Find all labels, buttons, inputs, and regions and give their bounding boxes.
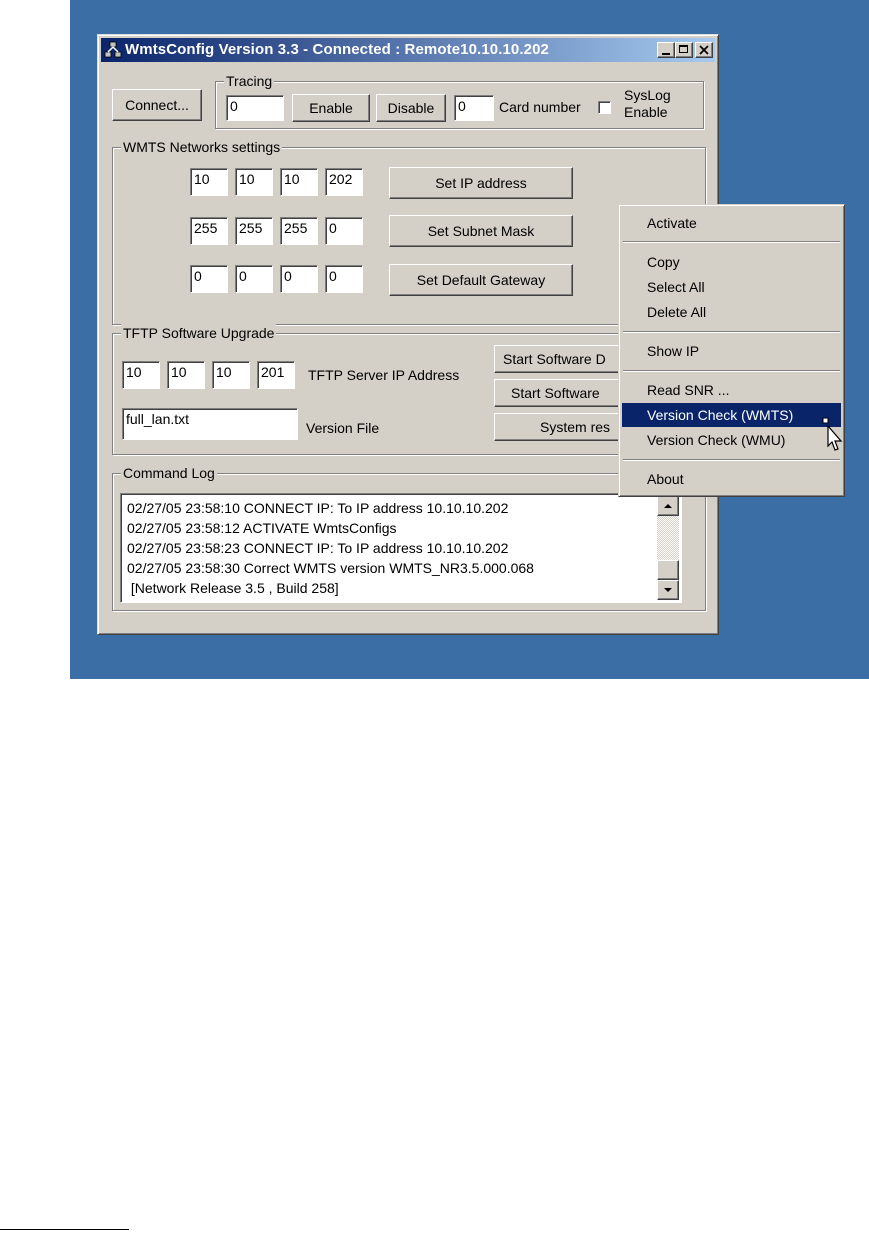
- gateway-octet-3[interactable]: 0: [280, 265, 318, 293]
- close-icon: [699, 45, 709, 55]
- menu-item-activate[interactable]: Activate: [622, 211, 841, 235]
- menu-item-version-check-wmts[interactable]: Version Check (WMTS): [622, 403, 841, 427]
- menu-item-read-snr[interactable]: Read SNR ...: [622, 378, 841, 402]
- menu-item-show-ip[interactable]: Show IP: [622, 339, 841, 363]
- version-file-input[interactable]: full_lan.txt: [122, 408, 298, 440]
- tftp-upgrade-group: TFTP Software Upgrade 10 10 10 201 TFTP …: [112, 324, 706, 455]
- mouse-pointer-icon: [822, 417, 843, 451]
- tracing-level-input[interactable]: 0: [226, 95, 284, 121]
- scroll-thumb[interactable]: [657, 560, 679, 580]
- syslog-label-line1: SysLog: [624, 87, 671, 103]
- start-software-download-button[interactable]: Start Software D: [494, 345, 634, 373]
- ip-octet-2[interactable]: 10: [235, 168, 273, 196]
- log-line: 02/27/05 23:58:10 CONNECT IP: To IP addr…: [127, 500, 509, 516]
- minimize-icon: [662, 53, 670, 55]
- menu-item-version-check-wmu[interactable]: Version Check (WMU): [622, 428, 841, 452]
- syslog-label: SysLog Enable: [624, 87, 671, 121]
- syslog-label-line2: Enable: [624, 104, 668, 120]
- gateway-octet-1[interactable]: 0: [190, 265, 228, 293]
- window-title: WmtsConfig Version 3.3 - Connected : Rem…: [125, 41, 549, 58]
- footnote-rule: [0, 1229, 129, 1230]
- close-button[interactable]: [695, 42, 713, 58]
- ip-octet-4[interactable]: 202: [325, 168, 363, 196]
- log-vertical-scrollbar[interactable]: [657, 496, 679, 600]
- tftp-ip-octet-3[interactable]: 10: [212, 361, 250, 389]
- mask-octet-4[interactable]: 0: [325, 217, 363, 245]
- gateway-octet-2[interactable]: 0: [235, 265, 273, 293]
- ip-octet-3[interactable]: 10: [280, 168, 318, 196]
- tftp-server-ip-label: TFTP Server IP Address: [308, 367, 460, 383]
- tracing-group-label: Tracing: [224, 72, 275, 90]
- network-settings-label: WMTS Networks settings: [121, 138, 283, 156]
- syslog-enable-checkbox[interactable]: [598, 101, 611, 114]
- start-software-button[interactable]: Start Software: [494, 379, 634, 407]
- menu-item-copy[interactable]: Copy: [622, 250, 841, 274]
- log-line: 02/27/05 23:58:23 CONNECT IP: To IP addr…: [127, 540, 509, 556]
- title-bar[interactable]: WmtsConfig Version 3.3 - Connected : Rem…: [101, 38, 715, 62]
- tftp-upgrade-label: TFTP Software Upgrade: [121, 324, 277, 342]
- menu-item-select-all[interactable]: Select All: [622, 275, 841, 299]
- tracing-disable-button[interactable]: Disable: [376, 94, 446, 122]
- menu-separator: [623, 370, 840, 372]
- minimize-button[interactable]: [657, 42, 675, 58]
- set-default-gateway-button[interactable]: Set Default Gateway: [389, 264, 573, 296]
- menu-item-delete-all[interactable]: Delete All: [622, 300, 841, 324]
- set-subnet-mask-button[interactable]: Set Subnet Mask: [389, 215, 573, 247]
- command-log-textbox[interactable]: 02/27/05 23:58:10 CONNECT IP: To IP addr…: [120, 493, 682, 603]
- ip-octet-1[interactable]: 10: [190, 168, 228, 196]
- scroll-up-button[interactable]: [657, 496, 679, 516]
- tftp-ip-octet-4[interactable]: 201: [257, 361, 295, 389]
- command-log-lines: 02/27/05 23:58:10 CONNECT IP: To IP addr…: [127, 498, 534, 598]
- log-line: 02/27/05 23:58:30 Correct WMTS version W…: [127, 560, 534, 576]
- menu-item-about[interactable]: About: [622, 467, 841, 491]
- tracing-enable-button[interactable]: Enable: [292, 94, 370, 122]
- tracing-group: Tracing 0 Enable Disable 0 Card number S…: [215, 72, 704, 129]
- command-log-label: Command Log: [121, 464, 217, 482]
- version-file-label: Version File: [306, 420, 380, 436]
- maximize-button[interactable]: [675, 42, 693, 58]
- card-number-input[interactable]: 0: [454, 95, 494, 121]
- connect-button[interactable]: Connect...: [112, 89, 202, 121]
- arrow-down-icon: [664, 588, 672, 592]
- maximize-icon: [679, 45, 688, 53]
- network-app-icon: [104, 41, 122, 58]
- menu-separator: [623, 331, 840, 333]
- system-reset-button[interactable]: System res: [494, 413, 634, 441]
- mask-octet-2[interactable]: 255: [235, 217, 273, 245]
- log-line: [Network Release 3.5 , Build 258]: [127, 580, 339, 596]
- scroll-down-button[interactable]: [657, 580, 679, 600]
- set-ip-address-button[interactable]: Set IP address: [389, 167, 573, 199]
- menu-separator: [623, 241, 840, 243]
- gateway-octet-4[interactable]: 0: [325, 265, 363, 293]
- context-menu: Activate Copy Select All Delete All Show…: [618, 204, 845, 497]
- mask-octet-3[interactable]: 255: [280, 217, 318, 245]
- log-line: 02/27/05 23:58:12 ACTIVATE WmtsConfigs: [127, 520, 397, 536]
- tftp-ip-octet-1[interactable]: 10: [122, 361, 160, 389]
- arrow-up-icon: [664, 504, 672, 508]
- mask-octet-1[interactable]: 255: [190, 217, 228, 245]
- menu-separator: [623, 459, 840, 461]
- card-number-label: Card number: [499, 99, 581, 115]
- network-settings-group: WMTS Networks settings 10 10 10 202 Set …: [112, 138, 706, 325]
- tftp-ip-octet-2[interactable]: 10: [167, 361, 205, 389]
